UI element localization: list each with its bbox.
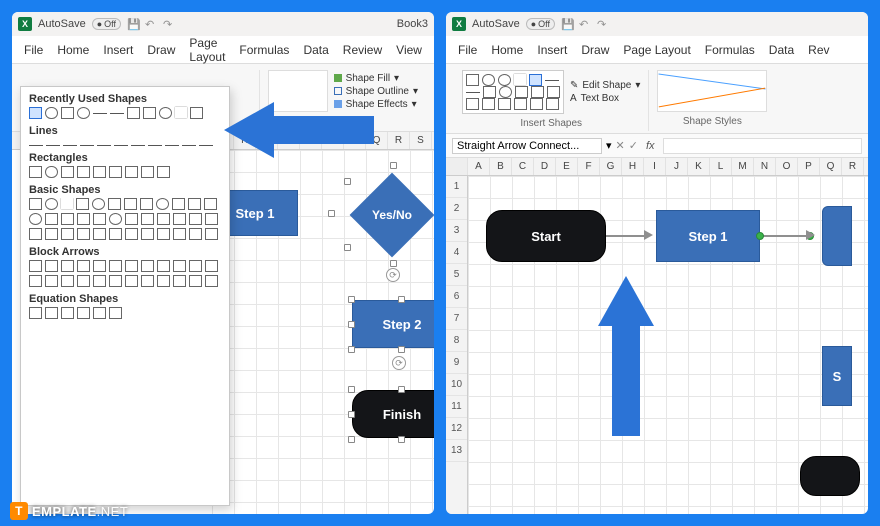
shapes-heading-recent: Recently Used Shapes <box>29 93 221 105</box>
autosave-label: AutoSave <box>38 18 86 30</box>
flow-next-partial[interactable] <box>822 206 852 266</box>
flow-step1[interactable]: Step 1 <box>656 210 760 262</box>
fx-label[interactable]: fx <box>642 140 659 152</box>
chevron-down-icon: ▾ <box>635 80 640 91</box>
undo-icon[interactable]: ↶ <box>145 18 157 30</box>
group-insert-shapes: ✎Edit Shape ▾ AText Box Insert Shapes <box>454 70 649 131</box>
rotate-handle-icon[interactable]: ⟳ <box>392 356 406 370</box>
shapes-heading-rectangles: Rectangles <box>29 152 221 164</box>
arrowhead-icon <box>644 230 653 240</box>
connector[interactable] <box>606 235 646 237</box>
tab-view[interactable]: View <box>396 43 422 57</box>
flow-start[interactable]: Start <box>486 210 606 262</box>
styles-gallery[interactable] <box>657 70 767 112</box>
tab-home[interactable]: Home <box>57 43 89 57</box>
confirm-icon[interactable]: ✓ <box>629 139 638 152</box>
cancel-icon[interactable]: ✕ <box>616 139 625 152</box>
tab-review[interactable]: Review <box>343 43 382 57</box>
autosave-toggle[interactable]: ●Off <box>92 18 121 30</box>
undo-icon[interactable]: ↶ <box>579 18 591 30</box>
column-headers: ABCDEFGHIJKLMNOPQR <box>446 158 868 176</box>
redo-icon[interactable]: ↷ <box>163 18 175 30</box>
pointer-arrow-left <box>224 102 374 158</box>
shapes-row-lines[interactable] <box>29 139 221 146</box>
row-headers: 12345678910111213 <box>446 176 468 514</box>
tab-home[interactable]: Home <box>491 43 523 57</box>
excel-icon: X <box>452 17 466 31</box>
edit-shape-button[interactable]: ✎Edit Shape ▾ <box>570 79 640 92</box>
tab-page-layout[interactable]: Page Layout <box>623 43 690 57</box>
tab-insert[interactable]: Insert <box>103 43 133 57</box>
tab-formulas[interactable]: Formulas <box>705 43 755 57</box>
shapes-row-basic[interactable] <box>29 198 221 240</box>
formula-input[interactable] <box>663 138 862 154</box>
watermark-logo-icon: T <box>10 502 28 520</box>
tab-review[interactable]: Rev <box>808 43 829 57</box>
flow-bottom-partial[interactable] <box>800 456 860 496</box>
redo-icon[interactable]: ↷ <box>597 18 609 30</box>
watermark: T EMPLATE.NET <box>10 502 128 520</box>
tab-data[interactable]: Data <box>303 43 328 57</box>
formula-bar: Straight Arrow Connect... ▾ ✕ ✓ fx <box>446 134 868 158</box>
chevron-down-icon: ▾ <box>394 73 399 84</box>
shapes-row-recent[interactable] <box>29 107 221 119</box>
panel-left: X AutoSave ●Off 💾 ↶ ↷ Book3 File Home In… <box>12 12 434 514</box>
tab-draw[interactable]: Draw <box>147 43 175 57</box>
shapes-heading-block: Block Arrows <box>29 246 221 258</box>
titlebar: X AutoSave ●Off 💾 ↶ ↷ Book3 <box>12 12 434 36</box>
tab-insert[interactable]: Insert <box>537 43 567 57</box>
shape-outline-button[interactable]: Shape Outline ▾ <box>334 85 418 98</box>
workbook-title: Book3 <box>397 18 428 30</box>
name-box[interactable]: Straight Arrow Connect... <box>452 138 602 154</box>
ribbon: ✎Edit Shape ▾ AText Box Insert Shapes Sh… <box>446 64 868 134</box>
save-icon[interactable]: 💾 <box>561 18 573 30</box>
chevron-down-icon[interactable]: ▾ <box>606 139 612 152</box>
shapes-row-rectangles[interactable] <box>29 166 221 178</box>
group-label-insert-shapes: Insert Shapes <box>520 118 582 129</box>
tab-draw[interactable]: Draw <box>581 43 609 57</box>
shapes-row-equation[interactable] <box>29 307 221 319</box>
connection-handle[interactable] <box>756 232 764 240</box>
group-shape-styles: Shape Styles <box>649 70 775 131</box>
text-box-button[interactable]: AText Box <box>570 92 640 105</box>
tab-file[interactable]: File <box>458 43 477 57</box>
shapes-dropdown[interactable]: Recently Used Shapes Lines Rectangles Ba… <box>20 86 230 506</box>
chevron-down-icon: ▾ <box>412 99 417 110</box>
shapes-row-block[interactable] <box>29 260 221 287</box>
ribbon-tabs: File Home Insert Draw Page Layout Formul… <box>446 36 868 64</box>
shape-fill-button[interactable]: Shape Fill ▾ <box>334 72 418 85</box>
text-box-icon: A <box>570 93 577 104</box>
shapes-heading-equation: Equation Shapes <box>29 293 221 305</box>
spreadsheet-right[interactable]: ABCDEFGHIJKLMNOPQR 12345678910111213 Sta… <box>446 158 868 514</box>
chevron-down-icon: ▾ <box>413 86 418 97</box>
titlebar: X AutoSave ●Off 💾 ↶ ↷ <box>446 12 868 36</box>
flow-step2[interactable]: Step 2 <box>352 300 434 348</box>
autosave-toggle[interactable]: ●Off <box>526 18 555 30</box>
shapes-gallery[interactable] <box>462 70 564 114</box>
save-icon[interactable]: 💾 <box>127 18 139 30</box>
connector-selected[interactable] <box>760 235 810 237</box>
tab-page-layout[interactable]: Page Layout <box>189 36 225 64</box>
shapes-heading-lines: Lines <box>29 125 221 137</box>
flow-s-partial[interactable]: S <box>822 346 852 406</box>
shapes-heading-basic: Basic Shapes <box>29 184 221 196</box>
tab-formulas[interactable]: Formulas <box>239 43 289 57</box>
arrowhead-icon <box>806 230 815 240</box>
excel-icon: X <box>18 17 32 31</box>
tab-data[interactable]: Data <box>769 43 794 57</box>
panel-right: X AutoSave ●Off 💾 ↶ ↷ File Home Insert D… <box>446 12 868 514</box>
autosave-label: AutoSave <box>472 18 520 30</box>
tab-file[interactable]: File <box>24 43 43 57</box>
flow-finish[interactable]: Finish <box>352 390 434 438</box>
rotate-handle-icon[interactable]: ⟳ <box>386 268 400 282</box>
pointer-arrow-up <box>598 276 654 436</box>
ribbon-tabs: File Home Insert Draw Page Layout Formul… <box>12 36 434 64</box>
group-label-shape-styles: Shape Styles <box>683 116 742 127</box>
edit-shape-icon: ✎ <box>570 80 578 91</box>
